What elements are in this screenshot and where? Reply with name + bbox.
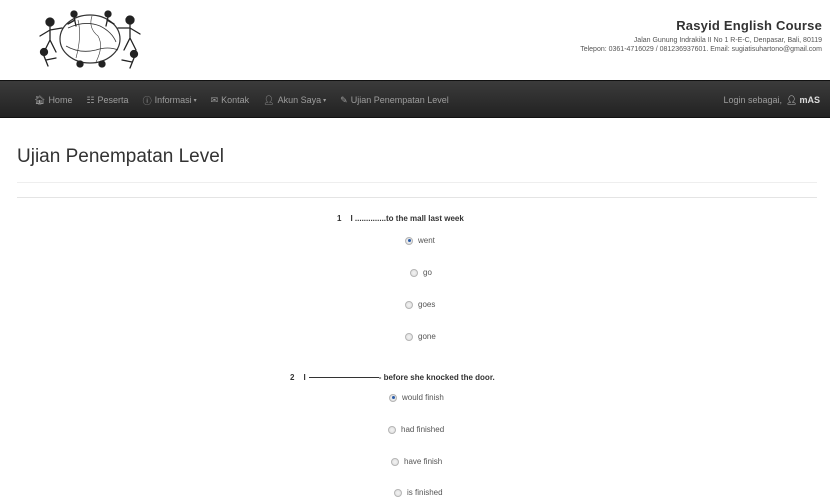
option-gone[interactable]: gone bbox=[405, 332, 436, 341]
option-label: go bbox=[423, 268, 432, 277]
caret-down-icon: ▾ bbox=[323, 97, 327, 104]
question-1: 1 I ..............to the mall last week bbox=[337, 214, 464, 223]
envelope-icon: ✉ bbox=[210, 94, 219, 105]
radio-button[interactable] bbox=[410, 268, 418, 277]
radio-button[interactable] bbox=[405, 300, 413, 309]
radio-button[interactable] bbox=[391, 457, 399, 466]
nav-item-label: Akun Saya bbox=[277, 95, 322, 105]
option-label: would finish bbox=[402, 393, 444, 402]
nav-item-label: Kontak bbox=[221, 95, 250, 105]
option-label: goes bbox=[418, 300, 436, 309]
option-went[interactable]: went bbox=[405, 236, 435, 245]
question-text: I ..............to the mall last week bbox=[350, 214, 464, 223]
navbar: 🏠︎ Home ☷ Peserta ⓘ Informasi ▾ ✉ Kontak 👤︎ Akun S… bbox=[0, 80, 830, 118]
home-icon: 🏠︎ bbox=[34, 94, 46, 105]
option-label: gone bbox=[418, 332, 436, 341]
login-status[interactable]: Login sebagai, 👤︎ mAS bbox=[723, 81, 820, 119]
nav-item-peserta[interactable]: ☷ Peserta bbox=[86, 95, 128, 106]
question-text: I bbox=[303, 373, 306, 382]
answer-blank bbox=[308, 377, 379, 379]
question-number: 2 bbox=[290, 373, 295, 382]
option-had-finished[interactable]: had finished bbox=[388, 425, 444, 434]
radio-button[interactable] bbox=[405, 332, 413, 341]
option-have-finish[interactable]: have finish bbox=[391, 457, 442, 466]
brand-block: Rasyid English Course Jalan Gunung Indra… bbox=[580, 18, 822, 54]
option-is-finished[interactable]: is finished bbox=[394, 488, 443, 497]
option-label: is finished bbox=[407, 488, 443, 497]
site-header: Rasyid English Course Jalan Gunung Indra… bbox=[0, 0, 830, 80]
nav-item-akun-saya[interactable]: 👤︎ Akun Saya ▾ bbox=[263, 95, 326, 106]
divider bbox=[17, 182, 817, 183]
radio-button[interactable] bbox=[388, 425, 396, 434]
option-label: have finish bbox=[404, 457, 443, 466]
caret-down-icon: ▾ bbox=[193, 97, 197, 104]
page-title: Ujian Penempatan Level bbox=[17, 146, 225, 167]
nav-item-home[interactable]: 🏠︎ Home bbox=[34, 95, 72, 106]
login-prefix: Login sebagai, bbox=[723, 95, 783, 105]
nav-item-ujian-penempatan-level[interactable]: ✎ Ujian Penempatan Level bbox=[340, 95, 449, 106]
nav-menu: 🏠︎ Home ☷ Peserta ⓘ Informasi ▾ ✉ Kontak 👤︎ Akun S… bbox=[34, 81, 463, 119]
nav-item-label: Home bbox=[48, 95, 73, 105]
user-icon: 👤︎ bbox=[263, 94, 275, 105]
nav-item-label: Informasi bbox=[154, 95, 192, 105]
option-go[interactable]: go bbox=[410, 268, 432, 277]
nav-item-label: Ujian Penempatan Level bbox=[350, 95, 449, 105]
radio-button[interactable] bbox=[405, 236, 413, 245]
question-text-after: - before she knocked the door. bbox=[378, 373, 495, 382]
option-label: went bbox=[418, 236, 435, 245]
radio-button[interactable] bbox=[389, 393, 397, 402]
info-icon: ⓘ bbox=[142, 95, 152, 106]
nav-item-kontak[interactable]: ✉ Kontak bbox=[211, 95, 250, 106]
question-2: 2I - before she knocked the door. bbox=[290, 373, 495, 382]
nav-item-label: Peserta bbox=[97, 95, 129, 105]
brand-title: Rasyid English Course bbox=[676, 18, 822, 33]
list-icon: ☷ bbox=[86, 94, 95, 105]
divider bbox=[17, 197, 817, 198]
option-goes[interactable]: goes bbox=[405, 300, 435, 309]
option-would-finish[interactable]: would finish bbox=[389, 393, 444, 402]
question-number: 1 bbox=[337, 214, 342, 223]
brand-contact: Telepon: 0361-4716029 / 081236937601. Em… bbox=[580, 46, 822, 53]
radio-button[interactable] bbox=[394, 488, 402, 497]
logo-icon[interactable] bbox=[30, 6, 148, 72]
nav-item-informasi[interactable]: ⓘ Informasi ▾ bbox=[143, 94, 197, 107]
option-label: had finished bbox=[401, 425, 445, 434]
login-username[interactable]: mAS bbox=[799, 95, 820, 105]
brand-address: Jalan Gunung Indrakila II No 1 R-E-C, De… bbox=[633, 37, 822, 44]
edit-icon: ✎ bbox=[340, 94, 348, 105]
user-icon: 👤︎ bbox=[786, 94, 798, 105]
